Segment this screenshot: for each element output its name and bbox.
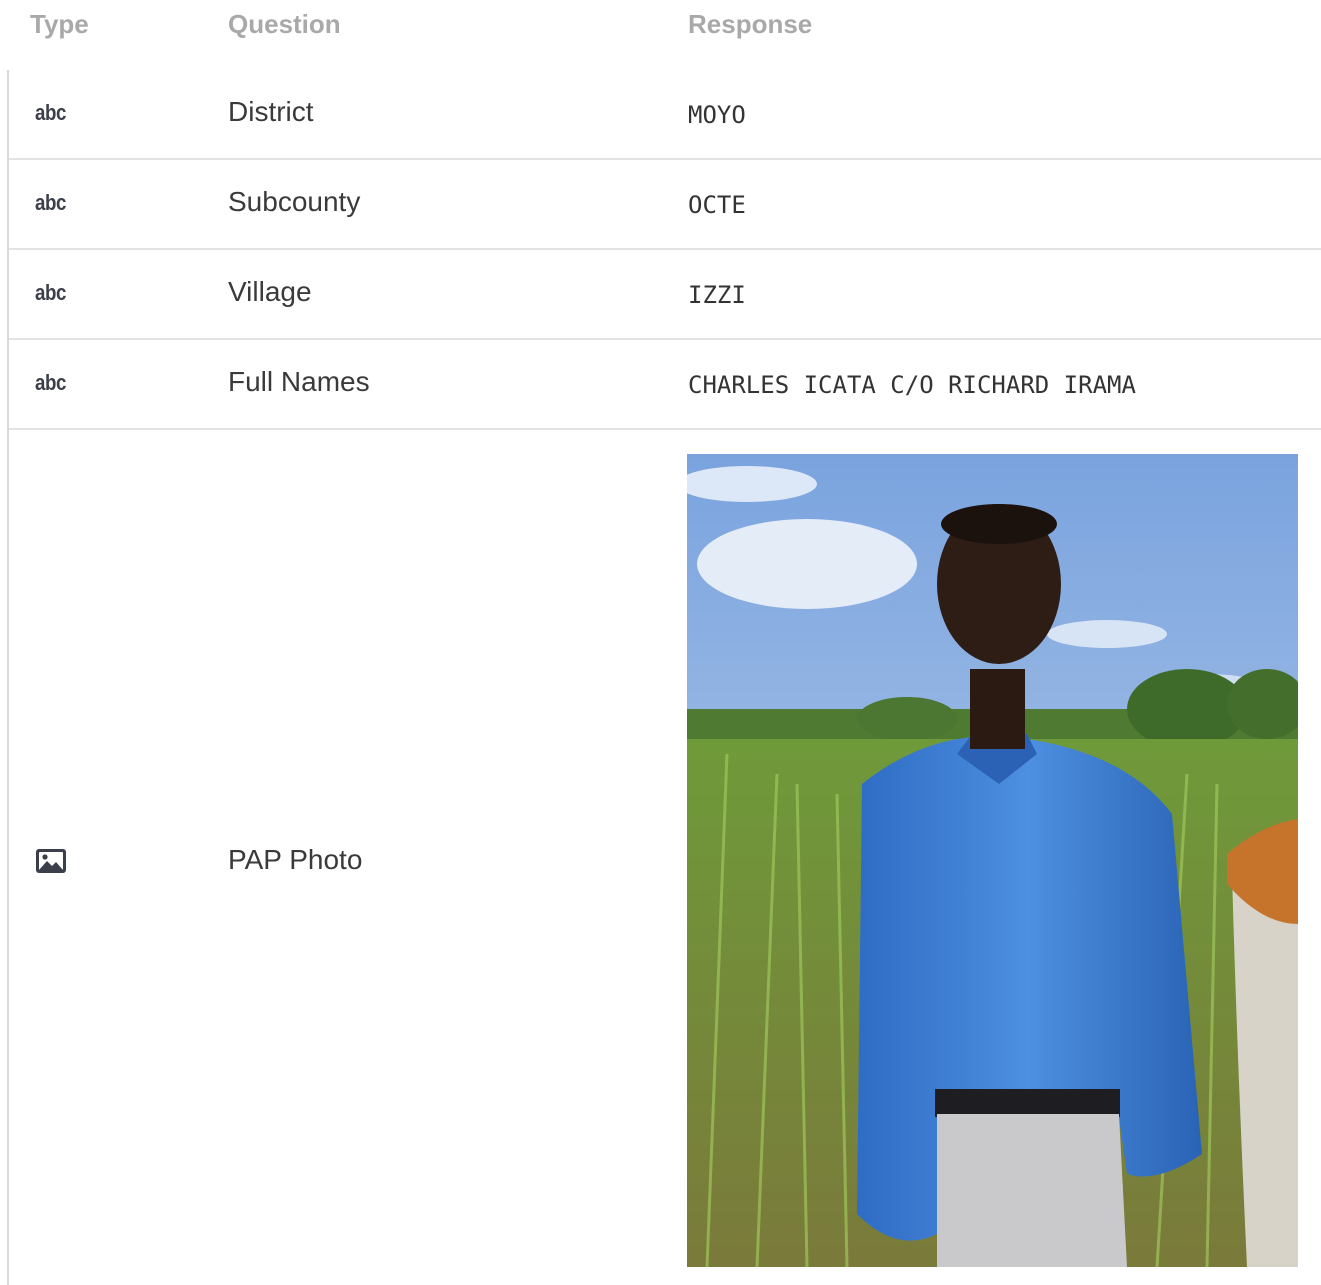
photo-image bbox=[687, 454, 1298, 1267]
response-value: IZZI bbox=[688, 281, 746, 309]
text-type-icon: abc bbox=[35, 370, 66, 395]
table-row: abc District MOYO bbox=[9, 70, 1321, 160]
text-type-icon: abc bbox=[35, 190, 66, 215]
image-icon bbox=[36, 849, 66, 873]
table-header: Type Question Response bbox=[0, 0, 1321, 50]
text-type-icon: abc bbox=[35, 280, 66, 305]
table-row: PAP Photo bbox=[9, 430, 1321, 1285]
table-row: abc Full Names CHARLES ICATA C/O RICHARD… bbox=[9, 340, 1321, 430]
pap-photo[interactable] bbox=[687, 454, 1298, 1267]
question-label: Full Names bbox=[228, 366, 370, 397]
response-value: CHARLES ICATA C/O RICHARD IRAMA bbox=[688, 371, 1136, 399]
question-label: District bbox=[228, 96, 314, 127]
response-value: MOYO bbox=[688, 101, 746, 129]
table-row: abc Village IZZI bbox=[9, 250, 1321, 340]
header-response: Response bbox=[688, 9, 813, 39]
question-label: PAP Photo bbox=[228, 844, 363, 875]
header-type: Type bbox=[30, 9, 89, 39]
response-value: OCTE bbox=[688, 191, 746, 219]
header-question: Question bbox=[228, 9, 341, 39]
text-type-icon: abc bbox=[35, 100, 66, 125]
question-label: Village bbox=[228, 276, 312, 307]
question-label: Subcounty bbox=[228, 186, 361, 217]
table-row: abc Subcounty OCTE bbox=[9, 160, 1321, 250]
